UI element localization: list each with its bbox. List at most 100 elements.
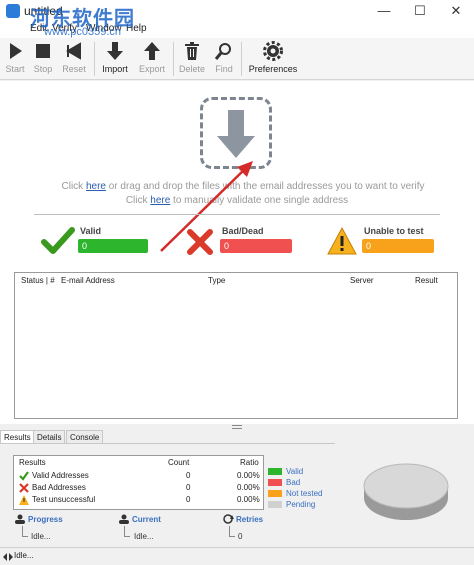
tree-line (22, 526, 28, 537)
legend-bad: Bad (268, 478, 300, 487)
valid-row-count: 0 (186, 471, 191, 480)
main-area: Click here or drag and drop the files wi… (0, 81, 474, 424)
legend-not-tested: Not tested (268, 489, 322, 498)
legend-label: Pending (286, 500, 316, 509)
results-table: Results Count Ratio Valid Addresses 0 0.… (13, 455, 264, 510)
status-arrows-icon (3, 553, 13, 561)
hint-click-text: Click (61, 181, 86, 192)
column-server[interactable]: Server (350, 276, 374, 285)
tab-console[interactable]: Console (66, 430, 104, 444)
results-header: Results (19, 458, 46, 467)
export-arrow-icon (142, 41, 162, 61)
start-button[interactable]: Start (3, 38, 27, 78)
import-here-link[interactable]: here (86, 181, 106, 192)
column-email[interactable]: E-mail Address (61, 276, 115, 285)
count-header: Count (168, 458, 190, 467)
toolbar: Start Stop Reset Import Export Delete Fi… (0, 38, 474, 80)
play-icon (5, 41, 25, 61)
trash-icon (182, 41, 202, 61)
gear-icon (263, 41, 283, 61)
status-bar: Idle... (0, 547, 474, 565)
retry-icon (223, 514, 234, 524)
bad-count-bar: 0 (220, 239, 292, 253)
tabs-underline (0, 443, 335, 444)
divider (34, 214, 440, 215)
find-label: Find (215, 64, 233, 74)
close-button[interactable]: ✕ (438, 1, 474, 21)
ratio-header: Ratio (240, 458, 259, 467)
export-label: Export (138, 64, 165, 74)
tab-results[interactable]: Results (0, 430, 35, 444)
import-arrow-icon (105, 41, 125, 61)
untested-row-ratio: 0.00% (237, 495, 260, 504)
column-status[interactable]: Status | # (21, 276, 55, 285)
legend-swatch (268, 468, 282, 475)
legend-swatch (268, 501, 282, 508)
bad-row-count: 0 (186, 483, 191, 492)
user-icon (119, 514, 129, 524)
column-type[interactable]: Type (208, 276, 225, 285)
toolbar-separator (241, 42, 242, 76)
tree-line (229, 526, 235, 537)
legend-swatch (268, 479, 282, 486)
splitter-grip-icon (232, 425, 242, 429)
valid-count-bar: 0 (78, 239, 148, 253)
legend-swatch (268, 490, 282, 497)
tree-line (124, 526, 130, 537)
export-button[interactable]: Export (136, 38, 168, 78)
users-icon (15, 514, 25, 524)
stop-label: Stop (33, 64, 53, 74)
unable-label: Unable to test (364, 226, 424, 236)
reset-icon (64, 41, 84, 61)
cross-icon (187, 229, 213, 255)
reset-button[interactable]: Reset (60, 38, 88, 78)
toolbar-separator (94, 42, 95, 76)
import-button[interactable]: Import (99, 38, 131, 78)
current-title: Current (132, 515, 161, 524)
delete-label: Delete (178, 64, 205, 74)
retries-title: Retries (236, 515, 264, 524)
untested-row-label: Test unsuccessful (32, 495, 96, 504)
legend-pending: Pending (268, 500, 315, 509)
hint-rest-text: or drag and drop the files with the emai… (105, 181, 425, 192)
legend-valid: Valid (268, 467, 303, 476)
unable-count-bar: 0 (362, 239, 434, 253)
progress-title: Progress (28, 515, 63, 524)
current-value: Idle... (134, 532, 154, 541)
progress-value: Idle... (31, 532, 51, 541)
bottom-tabs: Results Details Console (0, 430, 474, 444)
valid-row-label: Valid Addresses (32, 471, 89, 480)
magnifier-icon (214, 41, 234, 61)
hint-click-text: Click (125, 195, 151, 206)
bad-label: Bad/Dead (222, 226, 264, 236)
valid-label: Valid (80, 226, 102, 236)
bad-row-label: Bad Addresses (32, 483, 86, 492)
tab-details[interactable]: Details (33, 430, 66, 444)
results-pie-chart (363, 463, 449, 520)
status-text: Idle... (14, 551, 34, 560)
checkmark-icon (41, 227, 75, 254)
warning-icon (327, 226, 357, 255)
app-icon (6, 4, 20, 18)
valid-row-ratio: 0.00% (237, 471, 260, 480)
untested-row-count: 0 (186, 495, 191, 504)
toolbar-separator (173, 42, 174, 76)
maximize-button[interactable]: ☐ (402, 1, 438, 21)
legend-label: Bad (286, 478, 301, 487)
checkmark-icon (19, 471, 29, 481)
preferences-label: Preferences (248, 64, 298, 74)
cross-icon (19, 483, 29, 493)
column-result[interactable]: Result (415, 276, 438, 285)
legend-label: Valid (286, 467, 304, 476)
stop-button[interactable]: Stop (31, 38, 55, 78)
delete-button[interactable]: Delete (177, 38, 207, 78)
bad-row-ratio: 0.00% (237, 483, 260, 492)
watermark-url: www.pc0359.cn (44, 26, 122, 38)
find-button[interactable]: Find (211, 38, 237, 78)
email-table[interactable]: Status | # E-mail Address Type Server Re… (14, 272, 458, 419)
preferences-button[interactable]: Preferences (246, 38, 300, 78)
start-label: Start (5, 64, 25, 74)
stop-icon (33, 41, 53, 61)
minimize-button[interactable]: — (366, 1, 402, 21)
retries-value: 0 (238, 532, 243, 541)
